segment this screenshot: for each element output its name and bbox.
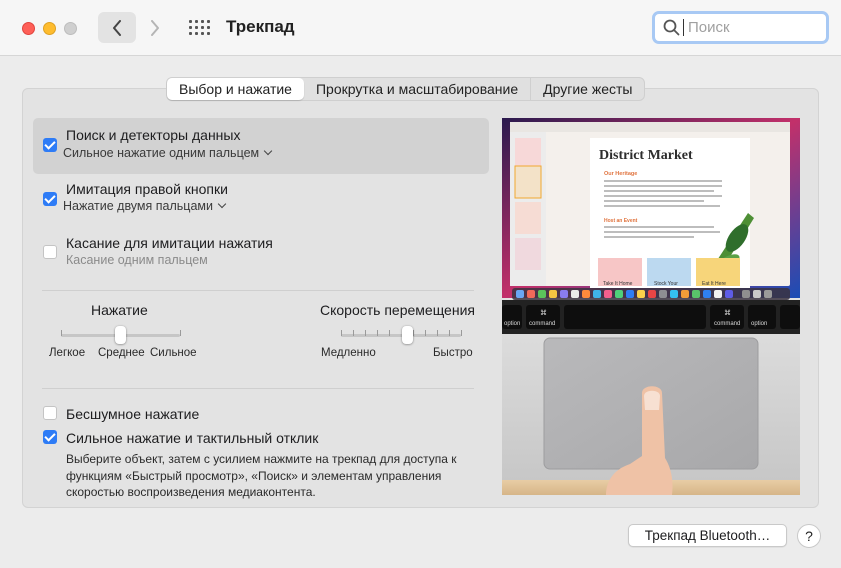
zoom-button[interactable] xyxy=(64,22,77,35)
tap-to-click-label: Касание для имитации нажатия xyxy=(66,235,273,251)
search-field[interactable] xyxy=(652,11,829,44)
key-symbol: ⌘ xyxy=(540,309,547,317)
window-title: Трекпад xyxy=(226,17,295,36)
tab-scroll-zoom[interactable]: Прокрутка и масштабирование xyxy=(304,78,532,100)
gesture-preview-video: District Market Our Heritage Host an Eve… xyxy=(502,118,800,495)
secondary-click-label: Имитация правой кнопки xyxy=(66,181,228,197)
slider-tick xyxy=(449,330,450,336)
silent-click-label: Бесшумное нажатие xyxy=(66,406,200,422)
click-slider-title: Нажатие xyxy=(91,302,148,318)
slider-tick xyxy=(341,330,342,336)
click-slider-knob[interactable] xyxy=(115,326,126,344)
preview-section-heading: Our Heritage xyxy=(604,171,637,177)
preview-section-heading: Host an Event xyxy=(604,218,638,224)
slider-tick xyxy=(389,330,390,336)
tab-more-gestures[interactable]: Другие жесты xyxy=(531,78,644,100)
lookup-label: Поиск и детекторы данных xyxy=(66,127,241,143)
text-caret xyxy=(683,19,684,36)
force-click-description: Выберите объект, затем с усилием нажмите… xyxy=(66,452,457,499)
preview-tile-label: Take It Home xyxy=(603,281,633,287)
secondary-click-dropdown[interactable]: Нажатие двумя пальцами xyxy=(63,199,227,213)
silent-click-checkbox[interactable] xyxy=(43,406,57,420)
slider-tick xyxy=(425,330,426,336)
lookup-gesture-value: Сильное нажатие одним пальцем xyxy=(63,146,260,160)
secondary-click-value: Нажатие двумя пальцами xyxy=(63,199,213,213)
key-symbol: ⌘ xyxy=(724,309,731,317)
slider-tick xyxy=(377,330,378,336)
back-button[interactable] xyxy=(98,12,136,43)
preview-doc-title: District Market xyxy=(599,148,693,163)
chevron-right-icon xyxy=(151,19,159,36)
slider-tick xyxy=(180,330,181,336)
slider-tick xyxy=(461,330,462,336)
secondary-click-checkbox[interactable] xyxy=(43,192,57,206)
slider-tick xyxy=(353,330,354,336)
trackpad-demo-illustration: District Market Our Heritage Host an Eve… xyxy=(502,118,800,495)
tab-bar: Выбор и нажатие Прокрутка и масштабирова… xyxy=(166,77,646,101)
click-slider-max-label: Сильное xyxy=(150,347,197,359)
tab-point-click[interactable]: Выбор и нажатие xyxy=(167,78,304,100)
minimize-button[interactable] xyxy=(43,22,56,35)
tap-to-click-checkbox[interactable] xyxy=(43,245,57,259)
speed-slider-knob[interactable] xyxy=(402,326,413,344)
click-slider-min-label: Легкое xyxy=(49,347,86,359)
divider xyxy=(42,290,474,291)
bluetooth-trackpad-button[interactable]: Трекпад Bluetooth… xyxy=(628,524,787,547)
close-button[interactable] xyxy=(22,22,35,35)
forward-button[interactable] xyxy=(140,12,170,43)
search-input[interactable] xyxy=(688,19,818,36)
speed-slider-track[interactable] xyxy=(341,334,461,337)
force-click-label: Сильное нажатие и тактильный отклик xyxy=(66,430,319,446)
key-label: option xyxy=(751,321,767,327)
click-slider-mid-label: Среднее xyxy=(98,347,145,359)
toolbar: Трекпад xyxy=(0,0,841,56)
speed-slider-min-label: Медленно xyxy=(321,347,376,359)
slider-tick xyxy=(413,330,414,336)
speed-slider-max-label: Быстро xyxy=(433,347,473,359)
key-label: command xyxy=(529,321,555,327)
show-all-grid-icon[interactable] xyxy=(189,20,210,36)
chevron-down-icon xyxy=(217,199,227,209)
key-label: command xyxy=(714,321,740,327)
tap-to-click-sub: Касание одним пальцем xyxy=(66,253,208,267)
preview-tile-label: Stock Your xyxy=(654,281,678,287)
preview-tile-label: Eat It Here xyxy=(702,281,726,287)
slider-tick xyxy=(61,330,62,336)
search-icon xyxy=(663,19,680,36)
key-label: option xyxy=(504,321,520,327)
chevron-left-icon xyxy=(113,19,121,36)
slider-tick xyxy=(365,330,366,336)
slider-tick xyxy=(437,330,438,336)
chevron-down-icon xyxy=(263,146,273,156)
help-button[interactable]: ? xyxy=(797,524,821,548)
force-click-checkbox[interactable] xyxy=(43,430,57,444)
lookup-checkbox[interactable] xyxy=(43,138,57,152)
speed-slider-title: Скорость перемещения xyxy=(320,302,475,318)
divider xyxy=(42,388,474,389)
lookup-gesture-dropdown[interactable]: Сильное нажатие одним пальцем xyxy=(63,146,273,160)
